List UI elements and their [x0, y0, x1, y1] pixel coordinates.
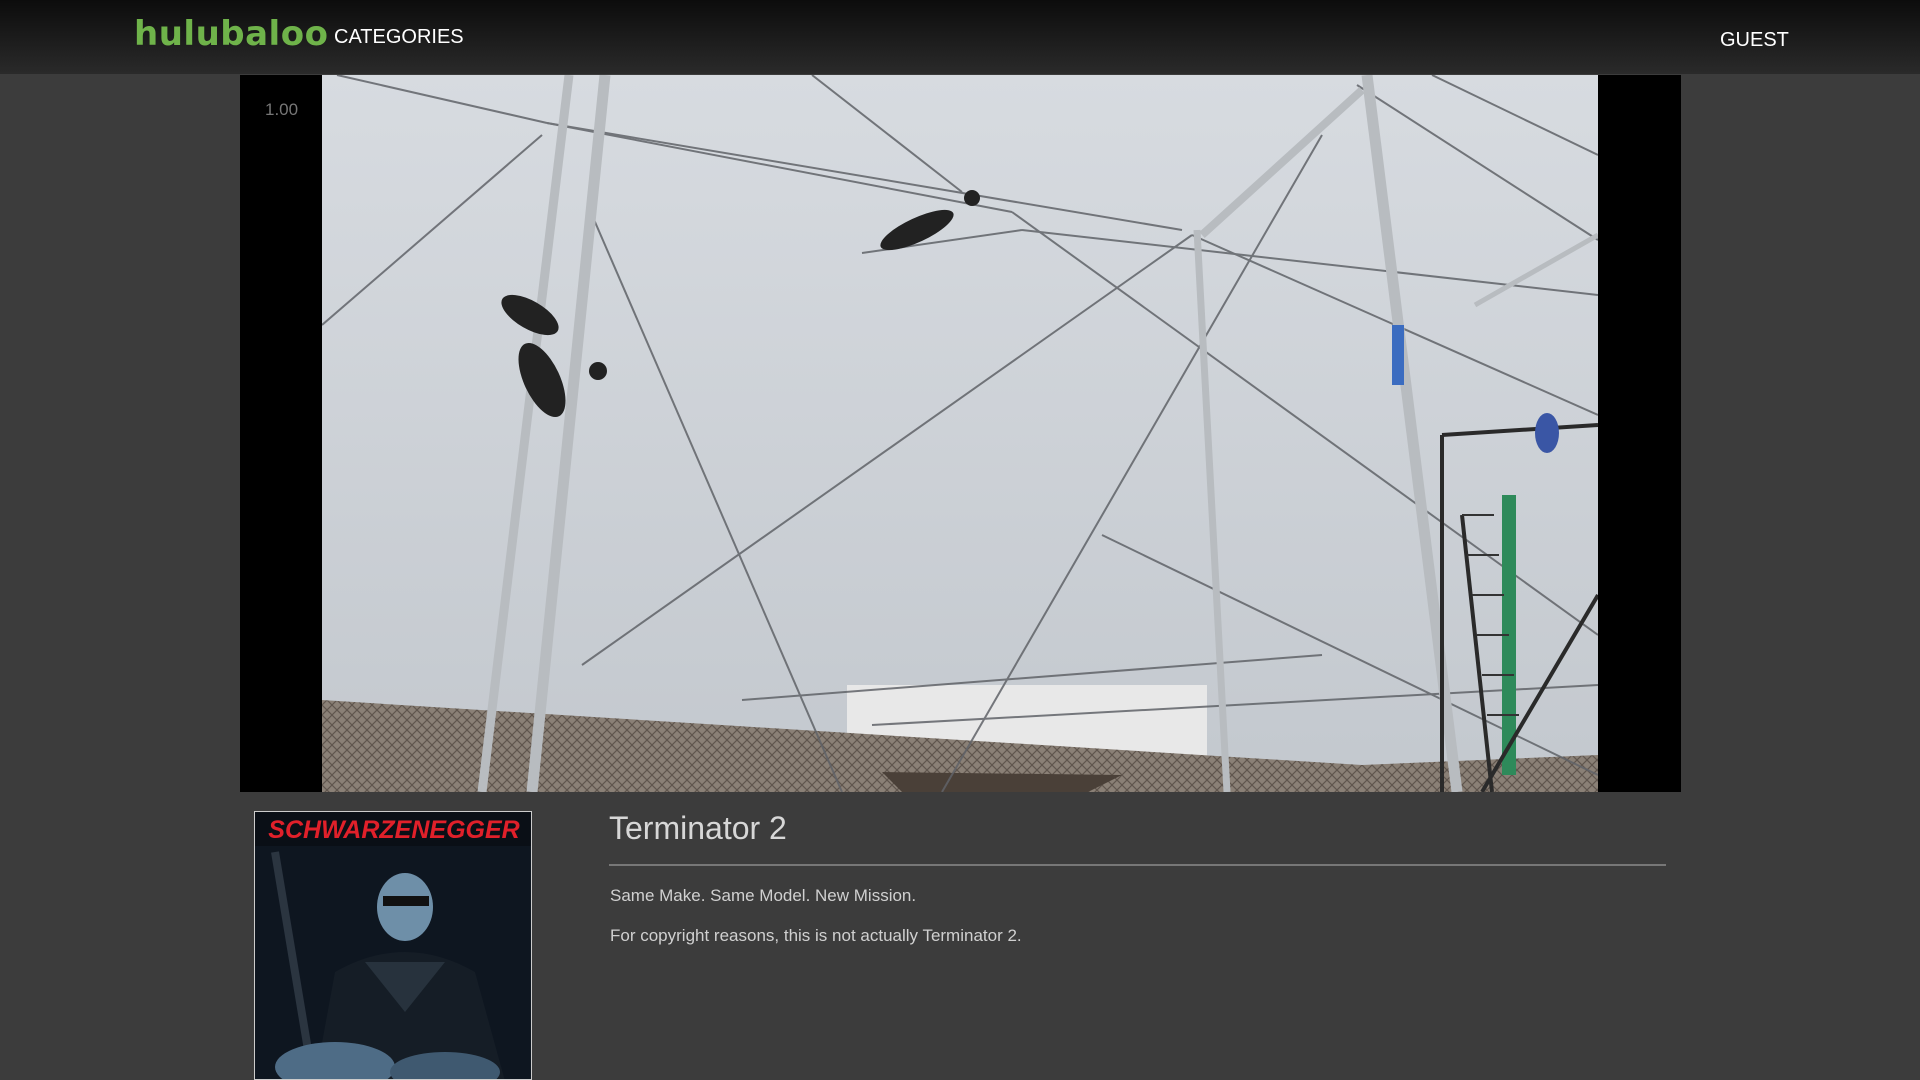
video-player[interactable]: 1.00 — [240, 75, 1681, 792]
site-logo[interactable]: hulubaloo — [134, 14, 328, 54]
movie-description: For copyright reasons, this is not actua… — [610, 926, 1022, 945]
categories-menu-link[interactable]: CATEGORIES — [334, 26, 464, 49]
trapeze-scene-image — [322, 75, 1598, 792]
playback-rate-indicator: 1.00 — [265, 100, 299, 119]
movie-title: Terminator 2 — [609, 810, 787, 846]
poster-image: SCHWARZENEGGER — [255, 812, 531, 1079]
movie-poster[interactable]: SCHWARZENEGGER — [254, 811, 532, 1080]
guest-user-link[interactable]: GUEST — [1720, 29, 1789, 52]
top-navigation-bar: hulubaloo CATEGORIES GUEST — [0, 0, 1920, 74]
movie-tagline: Same Make. Same Model. New Mission. — [610, 886, 917, 905]
poster-title-text: SCHWARZENEGGER — [268, 816, 519, 844]
video-frame[interactable] — [322, 75, 1598, 792]
title-divider — [609, 864, 1666, 866]
